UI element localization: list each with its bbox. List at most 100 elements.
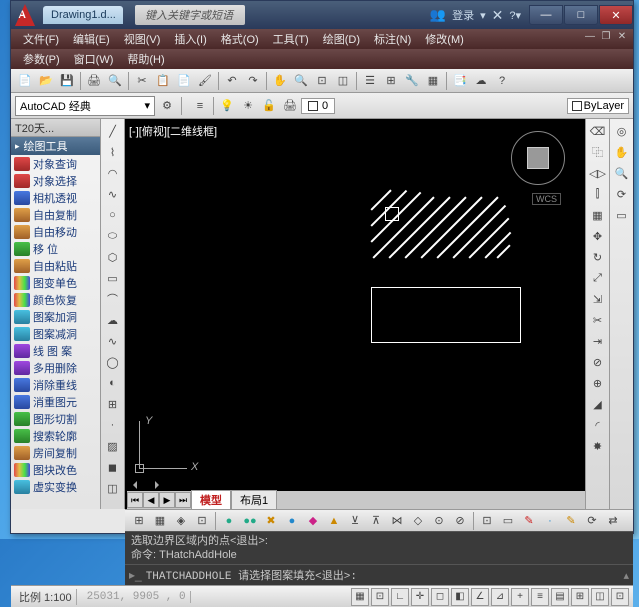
st-lwt[interactable]: ≡ [531,588,549,606]
panel-item-12[interactable]: 多用删除 [11,359,100,376]
block-icon[interactable]: ⊞ [103,394,123,414]
exchange-icon[interactable]: ✕ [492,7,504,24]
wcs-label[interactable]: WCS [532,193,561,205]
st-snap[interactable]: ⊡ [371,588,389,606]
bt-9[interactable]: ◆ [303,511,323,531]
workspace-settings[interactable]: ⚙ [157,96,177,116]
doc-minimize[interactable]: — [583,31,597,45]
layer-lock[interactable]: 🔓 [259,96,279,116]
props-button[interactable]: ☰ [360,71,380,91]
bt-4[interactable]: ⊡ [192,511,212,531]
bt-19[interactable]: ✎ [519,511,539,531]
bt-14[interactable]: ◇ [408,511,428,531]
stretch-icon[interactable]: ⇲ [588,289,608,309]
undo-button[interactable]: ↶ [222,71,242,91]
workspace-select[interactable]: AutoCAD 经典 ▾ [15,96,155,116]
arc2-icon[interactable]: ⌒ [103,289,123,309]
ellipse2-icon[interactable]: ◯ [103,352,123,372]
rotate-icon[interactable]: ↻ [588,247,608,267]
bt-5[interactable]: ● [219,511,239,531]
layer-sun[interactable]: ☀ [238,96,258,116]
wheel-icon[interactable]: ◎ [612,121,632,141]
zoom-button[interactable]: 🔍 [291,71,311,91]
pan2-icon[interactable]: ✋ [612,142,632,162]
bt-15[interactable]: ⊙ [429,511,449,531]
open-button[interactable]: 📂 [36,71,56,91]
panel-title[interactable]: T20天... [11,119,100,137]
region-icon[interactable]: ◫ [103,478,123,498]
mirror-icon[interactable]: ◁▷ [588,163,608,183]
panel-item-8[interactable]: 颜色恢复 [11,291,100,308]
menu-dim[interactable]: 标注(N) [368,29,417,49]
offset-icon[interactable]: ⫿ [588,184,608,204]
chamfer-icon[interactable]: ◢ [588,394,608,414]
spline2-icon[interactable]: ∿ [103,331,123,351]
panel-item-2[interactable]: 相机透视 [11,189,100,206]
layer-props[interactable]: ≡ [190,96,210,116]
st-otrack[interactable]: ∠ [471,588,489,606]
join-icon[interactable]: ⊕ [588,373,608,393]
dropdown-icon[interactable]: ▾ [480,9,486,22]
zoom-ext-button[interactable]: ⊡ [312,71,332,91]
paste-button[interactable]: 📄 [174,71,194,91]
redo-button[interactable]: ↷ [243,71,263,91]
st-dyn[interactable]: + [511,588,529,606]
panel-item-5[interactable]: 移 位 [11,240,100,257]
panel-item-17[interactable]: 房间复制 [11,444,100,461]
arc-icon[interactable]: ◠ [103,163,123,183]
circle-icon[interactable]: ○ [103,205,123,225]
menu-param[interactable]: 参数(P) [17,49,66,69]
extend-icon[interactable]: ⇥ [588,331,608,351]
st-qp[interactable]: ⊞ [571,588,589,606]
panel-item-7[interactable]: 图变单色 [11,274,100,291]
document-tab[interactable]: Drawing1.d... [43,6,123,24]
preview-button[interactable]: 🔍 [105,71,125,91]
st-3dosnap[interactable]: ◧ [451,588,469,606]
panel-item-10[interactable]: 图案减洞 [11,325,100,342]
panel-item-1[interactable]: 对象选择 [11,172,100,189]
revcloud-icon[interactable]: ☁ [103,310,123,330]
cmd-menu-icon[interactable]: ▴ [623,569,629,582]
command-input[interactable]: THATCHADDHOLE 请选择图案填充<退出>: [146,567,624,583]
close-button[interactable]: ✕ [599,5,633,25]
layer-freeze[interactable]: 💡 [217,96,237,116]
help-icon[interactable]: ?▾ [509,9,521,22]
bt-7[interactable]: ✖ [261,511,281,531]
ellipse-icon[interactable]: ⬭ [103,226,123,246]
scale-icon[interactable]: ⤢ [588,268,608,288]
panel-item-11[interactable]: 线 图 案 [11,342,100,359]
fillet-icon[interactable]: ◜ [588,415,608,435]
arrow-right[interactable] [155,481,163,489]
bt-10[interactable]: ▲ [324,511,344,531]
bt-16[interactable]: ⊘ [450,511,470,531]
tab-last[interactable]: ⏭ [175,492,191,508]
login-link[interactable]: 登录 [452,7,474,23]
panel-item-16[interactable]: 搜索轮廓 [11,427,100,444]
bt-2[interactable]: ▦ [150,511,170,531]
panel-item-6[interactable]: 自由粘贴 [11,257,100,274]
move-icon[interactable]: ✥ [588,226,608,246]
copy-button[interactable]: 📋 [153,71,173,91]
new-button[interactable]: 📄 [15,71,35,91]
status-scale[interactable]: 比例 1:100 [15,589,77,605]
sheet-button[interactable]: 📑 [450,71,470,91]
panel-item-0[interactable]: 对象查询 [11,155,100,172]
panel-header[interactable]: 绘图工具 [11,137,100,155]
pan-button[interactable]: ✋ [270,71,290,91]
explode-icon[interactable]: ✸ [588,436,608,456]
gradient-icon[interactable]: ◼ [103,457,123,477]
point-icon[interactable]: · [103,415,123,435]
st-ortho[interactable]: ∟ [391,588,409,606]
bt-6[interactable]: ●● [240,511,260,531]
panel-item-13[interactable]: 消除重线 [11,376,100,393]
drawing-canvas[interactable]: [-][俯视][二维线框] WCS [125,119,585,509]
bt-22[interactable]: ⟳ [582,511,602,531]
copy-icon[interactable]: ⿻ [588,142,608,162]
panel-item-19[interactable]: 虚实变换 [11,478,100,495]
bylayer-select[interactable]: ByLayer [567,98,629,114]
bt-3[interactable]: ◈ [171,511,191,531]
panel-item-4[interactable]: 自由移动 [11,223,100,240]
menu-draw[interactable]: 绘图(D) [317,29,366,49]
menu-file[interactable]: 文件(F) [17,29,65,49]
maximize-button[interactable]: □ [564,5,598,25]
